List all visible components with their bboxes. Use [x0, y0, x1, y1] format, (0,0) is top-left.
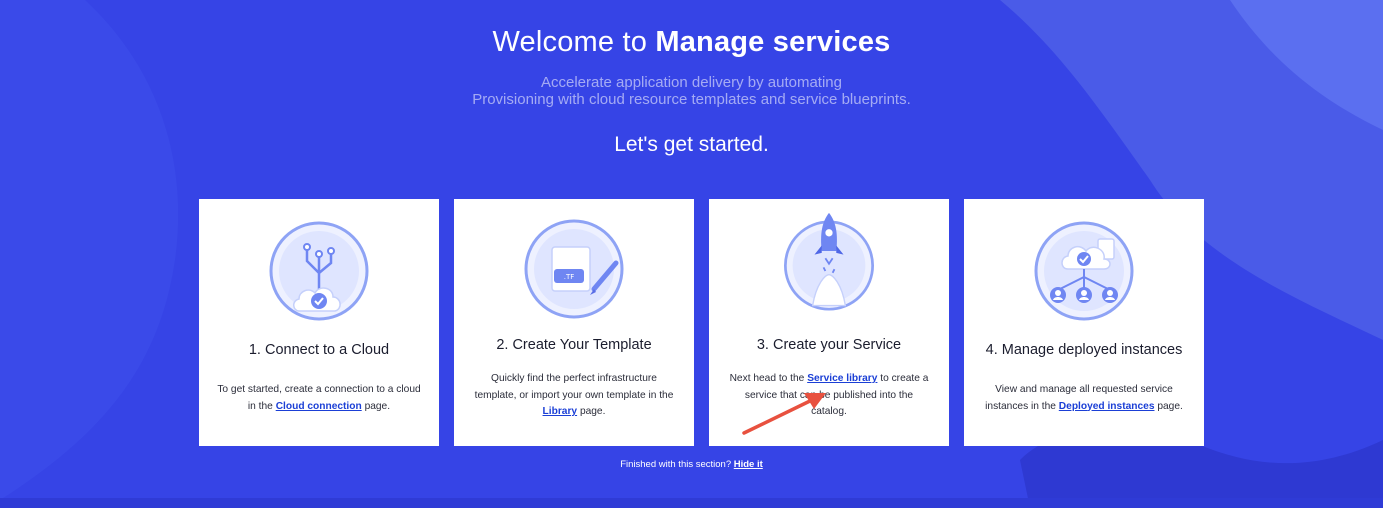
deployed-instances-link[interactable]: Deployed instances [1059, 401, 1155, 412]
card-create-service: 3. Create your Service Next head to the … [709, 199, 949, 446]
lets-get-started-heading: Let's get started. [614, 133, 769, 156]
card-description: Quickly find the perfect infrastructure … [474, 373, 674, 417]
card-title: 3. Create your Service [756, 337, 902, 353]
bottom-band [0, 498, 1383, 508]
subtitle-line-1: Accelerate application delivery by autom… [540, 74, 842, 91]
card-title: 2. Create Your Template [496, 337, 652, 353]
service-library-link[interactable]: Service library [807, 373, 877, 384]
card-description: View and manage all requested service in… [985, 384, 1183, 412]
cloud-branch-icon [269, 221, 369, 321]
card-description: Next head to the Service library to crea… [729, 373, 929, 417]
cloud-users-icon [1034, 221, 1134, 321]
page-title: Welcome to Manage services [0, 26, 1383, 59]
card-create-template: .TF 2. Create Your Template Quickly find… [454, 199, 694, 446]
rocket-icon [784, 212, 874, 311]
template-pencil-icon: .TF [524, 219, 624, 319]
footer-hide-section: Finished with this section? Hide it [0, 459, 1383, 470]
file-label: .TF [564, 273, 575, 281]
footer-text: Finished with this section? [620, 459, 732, 470]
library-link[interactable]: Library [543, 406, 578, 417]
card-connect-cloud: 1. Connect to a Cloud To get started, cr… [199, 199, 439, 446]
cloud-connection-link[interactable]: Cloud connection [276, 401, 362, 412]
card-description: To get started, create a connection to a… [217, 384, 421, 412]
subtitle-line-2: Provisioning with cloud resource templat… [472, 91, 911, 108]
card-title: 4. Manage deployed instances [985, 342, 1183, 358]
hide-it-link[interactable]: Hide it [734, 459, 763, 470]
title-bold: Manage services [655, 26, 891, 58]
title-prefix: Welcome to [492, 26, 648, 58]
page-subtitle: Accelerate application delivery by autom… [0, 74, 1383, 108]
card-title: 1. Connect to a Cloud [248, 342, 390, 358]
card-manage-instances: 4. Manage deployed instances View and ma… [964, 199, 1204, 446]
